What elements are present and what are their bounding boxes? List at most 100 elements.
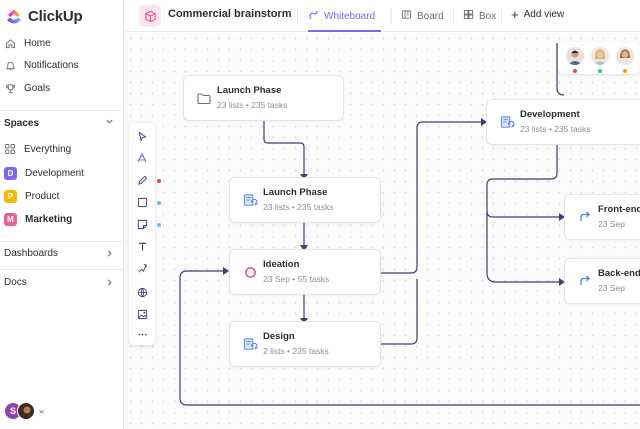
whiteboard-doc-icon xyxy=(139,5,161,27)
card-launch-phase[interactable]: Launch Phase 23 lists • 235 tasks xyxy=(229,177,381,223)
collaborator-avatar[interactable] xyxy=(591,47,609,65)
add-view-button[interactable]: + Add view xyxy=(511,6,565,22)
home-icon xyxy=(4,37,16,49)
card-subtitle: 23 Sep xyxy=(598,283,625,293)
card-backend[interactable]: Back-end 23 Sep xyxy=(564,258,640,304)
chevron-right-icon[interactable] xyxy=(105,278,114,290)
chevron-right-icon[interactable] xyxy=(105,249,114,261)
clickup-logo-icon xyxy=(7,9,21,24)
tab-board[interactable]: Board xyxy=(401,9,444,23)
space-badge-product: P xyxy=(4,190,17,203)
board-icon xyxy=(401,9,412,23)
sidebar-item-docs[interactable]: Docs xyxy=(4,277,27,288)
space-badge-marketing: M xyxy=(4,213,17,226)
add-view-label: Add view xyxy=(523,9,565,20)
sidebar: ClickUp Home Notifications Goals Spaces … xyxy=(0,0,124,429)
card-development[interactable]: Development 23 lists • 235 tasks xyxy=(486,99,640,145)
sidebar-item-everything[interactable]: Everything xyxy=(4,143,71,155)
page-title: Commercial brainstorm xyxy=(168,8,292,20)
header-separator xyxy=(453,8,454,24)
chevron-down-icon xyxy=(38,402,45,420)
nav-notifications-label: Notifications xyxy=(24,59,79,71)
card-ideation[interactable]: Ideation 23 Sep • 55 tasks xyxy=(229,249,381,295)
redo-arrow-icon xyxy=(577,209,593,225)
sidebar-item-product-label: Product xyxy=(25,191,60,202)
card-subtitle: 23 Sep xyxy=(598,219,625,229)
card-title: Development xyxy=(520,109,580,120)
nav-home[interactable]: Home xyxy=(4,37,51,49)
nav-goals[interactable]: Goals xyxy=(4,82,50,94)
sidebar-divider xyxy=(0,110,124,111)
ai-icon[interactable] xyxy=(136,152,148,164)
tab-whiteboard[interactable]: Whiteboard xyxy=(308,9,375,23)
sidebar-divider xyxy=(0,269,124,270)
card-subtitle: 23 lists • 235 tasks xyxy=(263,202,334,212)
card-design[interactable]: Design 2 lists • 235 tasks xyxy=(229,321,381,367)
image-icon[interactable] xyxy=(136,308,148,320)
header-separator xyxy=(391,8,392,24)
nav-notifications[interactable]: Notifications xyxy=(4,59,78,71)
presence-dot xyxy=(573,69,577,73)
sidebar-item-docs-label: Docs xyxy=(4,277,27,288)
sidebar-item-dashboards[interactable]: Dashboards xyxy=(4,248,58,259)
card-title: Launch Phase xyxy=(217,85,282,96)
list-sync-icon xyxy=(499,114,515,130)
card-launch-phase-folder[interactable]: Launch Phase 23 lists • 235 tasks xyxy=(183,75,344,121)
list-sync-icon xyxy=(242,192,258,208)
header-separator xyxy=(501,8,502,24)
tab-box[interactable]: Box xyxy=(463,9,496,23)
card-frontend[interactable]: Front-end 23 Sep xyxy=(564,194,640,240)
whiteboard-icon xyxy=(308,9,319,23)
card-subtitle: 2 lists • 235 tasks xyxy=(263,346,329,356)
bell-icon xyxy=(4,59,16,71)
presence-dot xyxy=(598,69,602,73)
active-tab-underline xyxy=(308,30,381,32)
connector-development-to-backend xyxy=(486,143,563,283)
user-menu[interactable]: S xyxy=(4,402,45,420)
spaces-title[interactable]: Spaces xyxy=(4,118,39,129)
pen-color-dot xyxy=(157,179,161,183)
whiteboard-canvas[interactable]: Launch Phase 23 lists • 235 tasks Launch… xyxy=(125,33,640,429)
globe-icon[interactable] xyxy=(136,286,148,298)
top-header: Commercial brainstorm Whiteboard Board B… xyxy=(125,0,640,32)
status-circle-icon xyxy=(242,264,258,280)
chevron-down-icon[interactable] xyxy=(105,117,114,129)
cursor-icon[interactable] xyxy=(136,130,148,142)
card-title: Front-end xyxy=(598,204,640,215)
connector-ideation-to-development xyxy=(381,121,485,274)
tab-box-label: Box xyxy=(479,10,497,22)
collaborators-panel xyxy=(558,42,640,74)
collaborator-avatar[interactable] xyxy=(566,47,584,65)
sidebar-item-development[interactable]: D Development xyxy=(4,167,84,180)
folder-icon xyxy=(196,90,212,106)
collaborator-avatar[interactable] xyxy=(616,47,634,65)
pen-icon[interactable] xyxy=(136,174,148,186)
card-subtitle: 23 lists • 235 tasks xyxy=(520,124,591,134)
clickup-logo[interactable]: ClickUp xyxy=(4,6,83,26)
sidebar-item-marketing-label: Marketing xyxy=(25,214,73,225)
text-icon[interactable] xyxy=(136,240,148,252)
sidebar-item-marketing[interactable]: M Marketing xyxy=(4,213,72,226)
sidebar-item-development-label: Development xyxy=(25,168,84,179)
plus-icon: + xyxy=(511,6,519,22)
square-icon[interactable] xyxy=(136,196,148,208)
trophy-icon xyxy=(4,82,16,94)
space-badge-development: D xyxy=(4,167,17,180)
card-title: Launch Phase xyxy=(263,187,328,198)
connector-development-to-frontend xyxy=(486,210,563,218)
card-subtitle: 23 Sep • 55 tasks xyxy=(263,274,330,284)
tab-board-label: Board xyxy=(417,10,444,22)
redo-arrow-icon xyxy=(577,273,593,289)
grid-icon xyxy=(4,143,16,155)
nav-home-label: Home xyxy=(24,37,51,49)
connector-icon[interactable] xyxy=(136,262,148,274)
more-icon[interactable] xyxy=(136,328,148,340)
app-name: ClickUp xyxy=(28,7,83,25)
sidebar-item-product[interactable]: P Product xyxy=(4,190,59,203)
whiteboard-toolbar xyxy=(129,123,161,345)
sticky-note-icon[interactable] xyxy=(136,218,148,230)
tab-whiteboard-label: Whiteboard xyxy=(324,10,376,22)
card-subtitle: 23 lists • 235 tasks xyxy=(217,100,288,110)
user-photo-avatar xyxy=(17,402,35,420)
connector-launch-to-launch xyxy=(263,121,305,174)
